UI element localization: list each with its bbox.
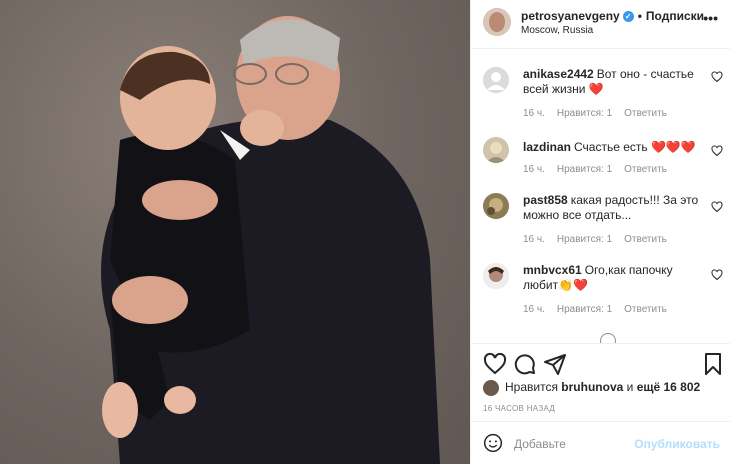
avatar-image (483, 137, 509, 163)
likes-prefix: Нравится (505, 380, 558, 395)
comment-bubble-icon[interactable] (513, 352, 537, 376)
comment-likes[interactable]: Нравится: 1 (557, 108, 612, 119)
author-avatar[interactable] (483, 8, 511, 36)
comment-text-block: past858 какая радость!!! За это можно все… (523, 193, 708, 223)
comment-username[interactable]: past858 (523, 193, 568, 207)
likes-count[interactable]: ещё 16 802 (637, 380, 701, 394)
comment-text-block: mnbvcx61 Ого,как папочку любит👏❤️ (523, 263, 708, 293)
publish-button[interactable]: Опубликовать (634, 437, 720, 451)
avatar-image (483, 263, 509, 289)
author-line: petrosyanevgeny ✓ • Подписки (521, 9, 704, 23)
comment-avatar[interactable] (483, 263, 509, 289)
comment-text: Счастье есть ❤️❤️❤️ (574, 140, 696, 154)
comment-username[interactable]: anikase2442 (523, 67, 594, 81)
reply-button[interactable]: Ответить (624, 304, 667, 315)
comment-input[interactable]: Добавьте (514, 437, 566, 451)
default-avatar-icon (483, 67, 509, 93)
comment-text-block: lazdinan Счастье есть ❤️❤️❤️ (523, 140, 708, 155)
following-button[interactable]: Подписки (646, 9, 704, 23)
author-username[interactable]: petrosyanevgeny (521, 9, 620, 23)
post-location[interactable]: Moscow, Russia (521, 25, 593, 36)
comment-meta: 16 ч. Нравится: 1 Ответить (523, 108, 679, 119)
more-options-icon[interactable]: ••• (703, 10, 718, 26)
comment-avatar[interactable] (483, 193, 509, 219)
photo-illustration (101, 16, 440, 464)
separator-dot: • (637, 9, 642, 23)
post-timestamp[interactable]: 16 ЧАСОВ НАЗАД (483, 404, 555, 413)
load-more-comments-icon[interactable] (600, 333, 616, 343)
comments-list[interactable]: anikase2442 Вот оно - счастье всей жизни … (471, 49, 730, 343)
comment-time[interactable]: 16 ч. (523, 164, 545, 175)
likes-and: и (626, 380, 634, 395)
like-comment-heart-icon[interactable] (711, 71, 723, 83)
comment-time[interactable]: 16 ч. (523, 304, 545, 315)
save-bookmark-icon[interactable] (701, 352, 725, 376)
like-comment-heart-icon[interactable] (711, 201, 723, 213)
comment-likes[interactable]: Нравится: 1 (557, 164, 612, 175)
avatar-image (483, 193, 509, 219)
instagram-post-window: petrosyanevgeny ✓ • Подписки Moscow, Russia… (0, 0, 730, 464)
emoji-icon[interactable] (483, 433, 503, 453)
verified-badge-icon: ✓ (622, 11, 634, 23)
liker-username[interactable]: bruhunova (561, 380, 623, 394)
share-direct-icon[interactable] (543, 352, 567, 376)
comment-time[interactable]: 16 ч. (523, 234, 545, 245)
comment-avatar[interactable] (483, 137, 509, 163)
comment-username[interactable]: mnbvcx61 (523, 263, 582, 277)
comment-avatar[interactable] (483, 67, 509, 93)
comment-time[interactable]: 16 ч. (523, 108, 545, 119)
liker-avatar[interactable] (483, 380, 499, 396)
add-comment-bar: Добавьте Опубликовать (471, 421, 730, 465)
comment-likes[interactable]: Нравится: 1 (557, 234, 612, 245)
post-header: petrosyanevgeny ✓ • Подписки Moscow, Russia… (471, 0, 730, 49)
like-heart-icon[interactable] (483, 352, 507, 376)
comment-meta: 16 ч. Нравится: 1 Ответить (523, 304, 679, 315)
comment-meta: 16 ч. Нравится: 1 Ответить (523, 164, 679, 175)
likes-summary: Нравится bruhunova и ещё 16 802 (483, 380, 700, 396)
comment-text-block: anikase2442 Вот оно - счастье всей жизни … (523, 67, 708, 97)
reply-button[interactable]: Ответить (624, 234, 667, 245)
reply-button[interactable]: Ответить (624, 108, 667, 119)
comment-likes[interactable]: Нравится: 1 (557, 304, 612, 315)
comment-username[interactable]: lazdinan (523, 140, 571, 154)
like-comment-heart-icon[interactable] (711, 269, 723, 281)
comment-meta: 16 ч. Нравится: 1 Ответить (523, 234, 679, 245)
like-comment-heart-icon[interactable] (711, 145, 723, 157)
post-side-panel: petrosyanevgeny ✓ • Подписки Moscow, Russia… (470, 0, 730, 464)
avatar-image (483, 8, 511, 36)
post-photo[interactable] (0, 0, 470, 464)
reply-button[interactable]: Ответить (624, 164, 667, 175)
